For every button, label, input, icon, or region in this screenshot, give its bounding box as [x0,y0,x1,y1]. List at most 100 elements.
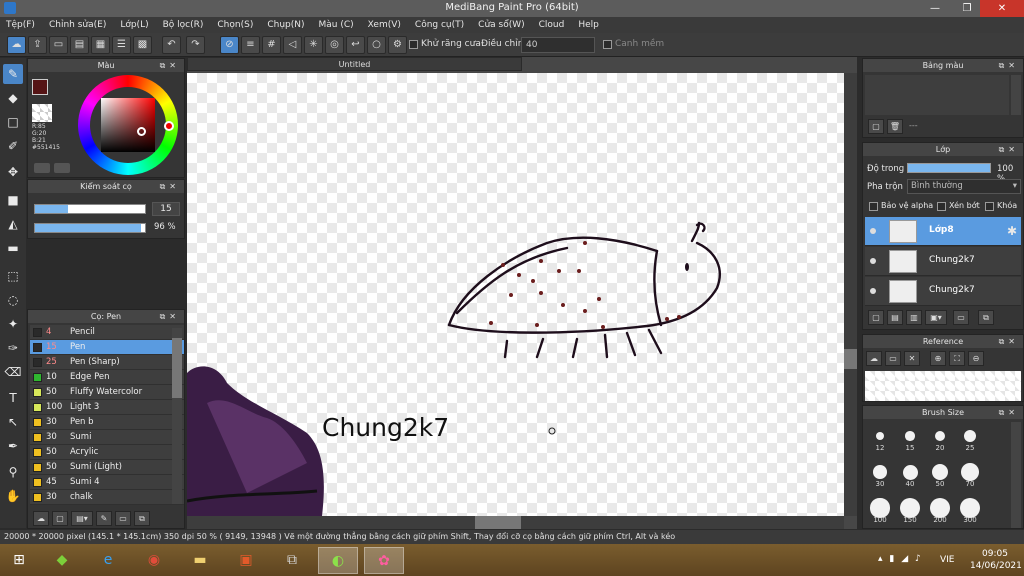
antialias-checkbox[interactable] [409,40,418,49]
brush-size-option[interactable]: 15 [896,424,924,452]
brush-size-option[interactable]: 300 [956,496,984,524]
layer-new-icon[interactable]: ▢ [868,310,884,325]
menu-view[interactable]: Xem(V) [368,20,401,30]
menu-cloud[interactable]: Cloud [539,20,565,30]
layer-folder-icon[interactable]: ▭ [953,310,969,325]
menu-select[interactable]: Chọn(S) [217,20,253,30]
brush-size-option[interactable]: 12 [866,424,894,452]
eyedropper-icon[interactable]: ⚲ [3,462,23,482]
radial-snap-icon[interactable]: ✳ [304,36,323,54]
brush-size-option[interactable]: 50 [926,460,954,488]
brush-size-option[interactable]: 20 [926,424,954,452]
dropper-icon[interactable]: ✒ [3,436,23,456]
adjust-input[interactable]: 40 [521,37,595,53]
parallel-snap-icon[interactable]: ≡ [241,36,260,54]
settings-icon[interactable]: ⚙ [388,36,407,54]
brush-size-value[interactable]: 15 [152,202,180,216]
layer-row[interactable]: Chung2k7 [865,277,1021,306]
vanishing-snap-icon[interactable]: ◁ [283,36,302,54]
protect-alpha-checkbox[interactable] [869,202,878,211]
medibang-icon[interactable]: ✿ [364,547,404,574]
menu-color[interactable]: Màu (C) [319,20,354,30]
brush-item[interactable]: 30 Pen b [30,415,184,430]
panel-float-close-icon[interactable]: ⧉✕ [999,406,1019,419]
operation-tool-icon[interactable]: ↖ [3,412,23,432]
cross-snap-icon[interactable]: # [262,36,281,54]
ie-icon[interactable]: e [88,547,128,574]
brush-scrollbar[interactable] [172,328,182,504]
eye-icon[interactable] [870,228,876,234]
grid-icon[interactable]: ▩ [133,36,152,54]
share-icon[interactable]: ⇪ [28,36,47,54]
brush-item[interactable]: 50 Fluffy Watercolor [30,385,184,400]
fit-icon[interactable]: ⛶ [949,351,965,366]
brush-size-option[interactable]: 150 [896,496,924,524]
brush-edit-icon[interactable]: ✎ [96,511,112,526]
canvas-tab[interactable]: Untitled [187,57,522,71]
reference-view[interactable] [865,371,1021,401]
undo-icon[interactable]: ↶ [162,36,181,54]
select-pen-icon[interactable]: ✐ [3,136,23,156]
brush-add-menu-icon[interactable]: ▤▾ [71,511,93,526]
transparent-swatch[interactable] [32,104,52,122]
brush-item[interactable]: 50 Sumi (Light) [30,460,184,475]
layer-new-halftone-icon[interactable]: ▤ [887,310,903,325]
brush-size-option[interactable]: 70 [956,460,984,488]
brush-item[interactable]: 50 Acrylic [30,445,184,460]
panel-float-close-icon[interactable]: ⧉✕ [999,143,1019,156]
lock-checkbox[interactable] [985,202,994,211]
network-app-icon[interactable]: ⧉ [272,547,312,574]
brush-size-option[interactable]: 200 [926,496,954,524]
canvas-vscrollbar[interactable] [844,73,857,516]
brush-tool-icon[interactable]: ✎ [3,64,23,84]
saturation-value-square[interactable] [101,98,155,152]
sv-cursor[interactable] [137,127,146,136]
ring-icon[interactable]: ○ [367,36,386,54]
palette-delete-icon[interactable]: 🗑 [887,119,903,134]
layer-row[interactable]: Lớp8 ✱ [865,217,1021,246]
brush-copy-icon[interactable]: ⧉ [134,511,150,526]
bluestacks-icon[interactable]: ◆ [42,547,82,574]
brush-opacity-slider[interactable] [34,223,146,233]
menu-snap[interactable]: Chụp(N) [267,20,304,30]
eye-icon[interactable] [870,288,876,294]
brush-size-option[interactable]: 40 [896,460,924,488]
edge-checkbox[interactable] [603,40,612,49]
brush-add-cloud-icon[interactable]: ☁ [33,511,49,526]
powerpoint-icon[interactable]: ▣ [226,547,266,574]
green-app-icon[interactable]: ◐ [318,547,358,574]
text-tool-icon[interactable]: T [3,388,23,408]
gradient-tool-icon[interactable]: ▬ [3,238,23,258]
select-eraser-icon[interactable]: ⌫ [3,362,23,382]
menu-layer[interactable]: Lớp(L) [120,20,148,30]
panel-float-close-icon[interactable]: ⧉✕ [160,180,180,193]
eraser-tool-icon[interactable]: ◆ [3,88,23,108]
rect-select-icon[interactable]: ⬚ [3,266,23,286]
move-tool-icon[interactable]: ✥ [3,162,23,182]
palette-new-icon[interactable]: ▢ [868,119,884,134]
brush-item[interactable]: 15Pen✱ [30,340,184,355]
brush-new-icon[interactable]: ▢ [52,511,68,526]
color-option-button[interactable] [54,163,70,173]
brush-item[interactable]: 30 chalk [30,490,184,505]
chrome-icon[interactable]: ◉ [134,547,174,574]
menu-file[interactable]: Tệp(F) [6,20,35,30]
palette-swatch-area[interactable] [865,75,1009,115]
drawing-canvas[interactable]: Chung2k7 [187,73,844,516]
minimize-button[interactable]: — [920,0,950,17]
menu-window[interactable]: Cửa sổ(W) [478,20,524,30]
fill-rect-icon[interactable]: ■ [3,190,23,210]
hand-tool-icon[interactable]: ✋ [3,486,23,506]
snap-off-icon[interactable]: ⊘ [220,36,239,54]
brush-item[interactable]: 30 Sumi [30,430,184,445]
message-icon[interactable]: ▤ [70,36,89,54]
list-icon[interactable]: ☰ [112,36,131,54]
gear-icon[interactable]: ✱ [1007,224,1017,238]
menu-tools[interactable]: Công cụ(T) [415,20,464,30]
panel-float-close-icon[interactable]: ⧉✕ [160,310,180,323]
clock[interactable]: 09:05 14/06/2021 [970,548,1022,572]
curve-snap-icon[interactable]: ↩ [346,36,365,54]
eye-icon[interactable] [870,258,876,264]
hue-wheel[interactable] [78,75,178,175]
shape-tool-icon[interactable]: □ [3,112,23,132]
